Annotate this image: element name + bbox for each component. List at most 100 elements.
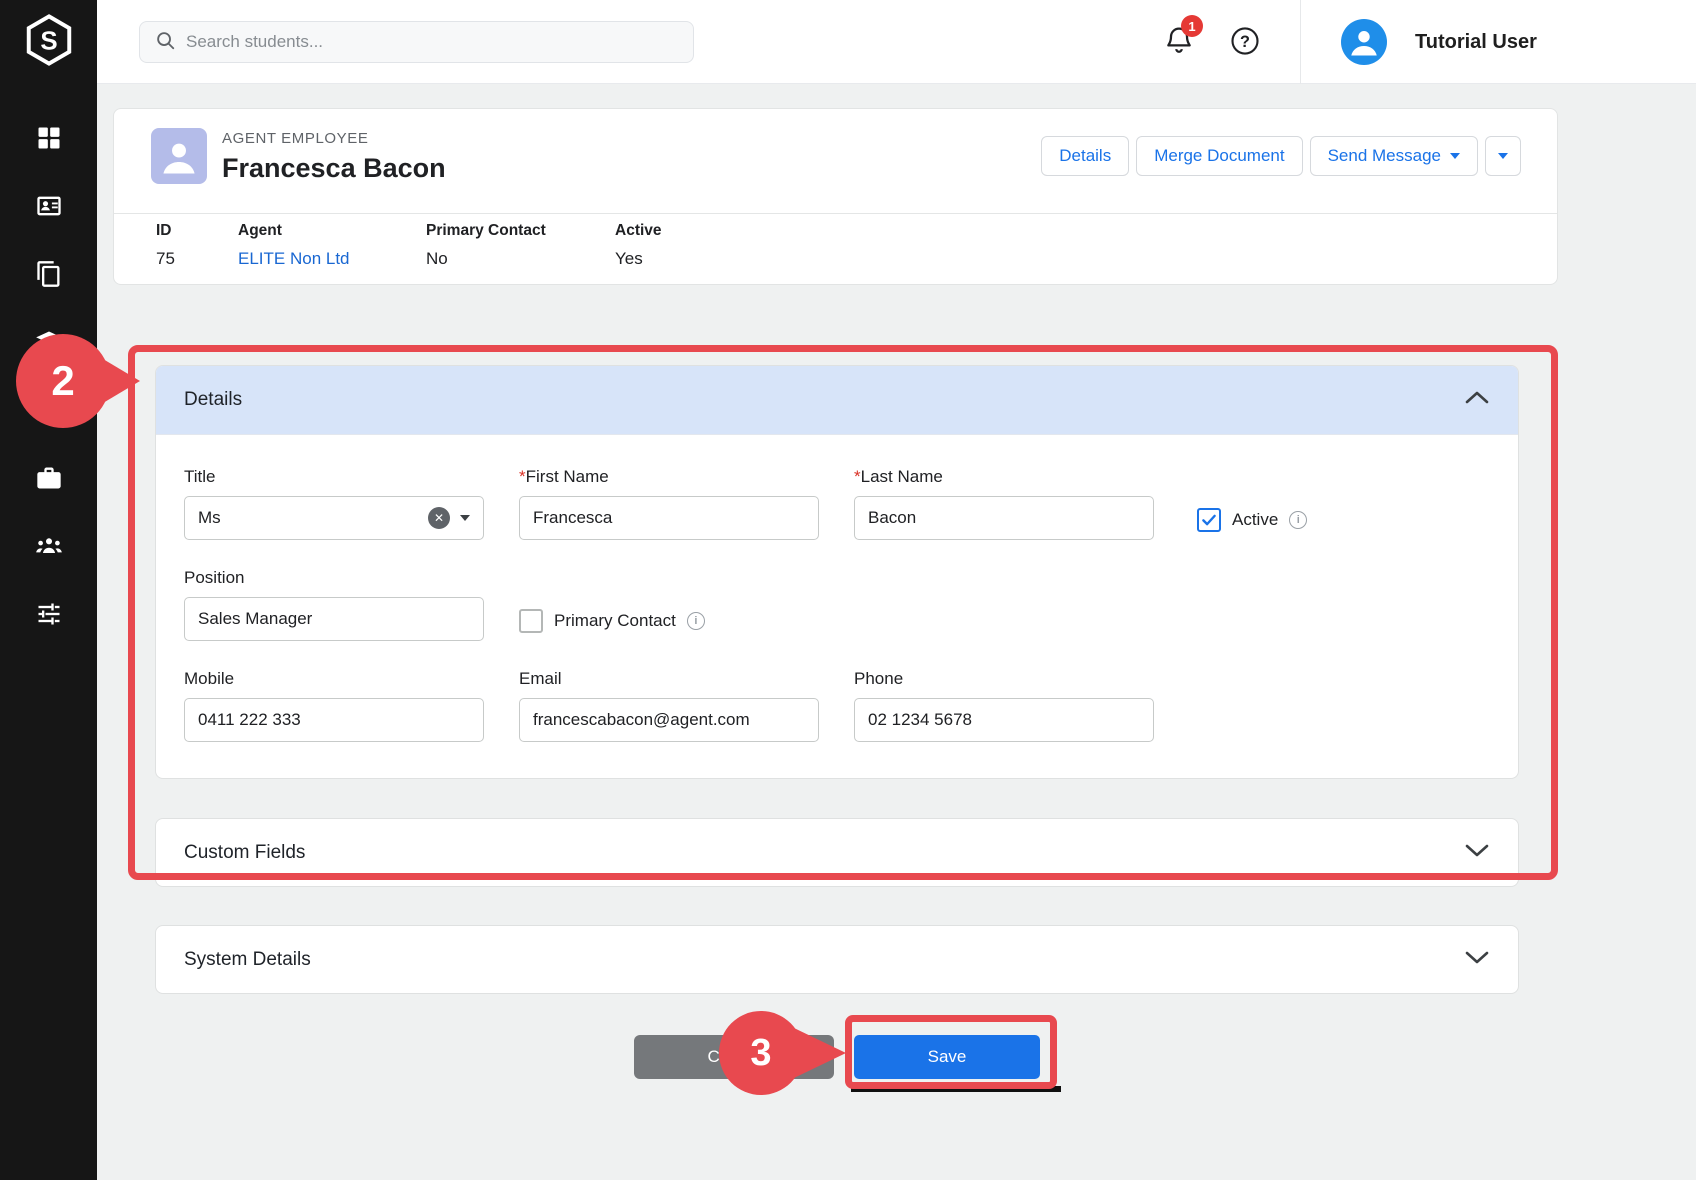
topbar: 1 ? Tutorial User [97, 0, 1696, 84]
phone-field-group: Phone [854, 669, 1154, 742]
agent-link[interactable]: ELITE Non Ltd [238, 249, 350, 269]
notification-badge: 1 [1181, 15, 1203, 37]
header-divider [1300, 0, 1301, 84]
title-field-group: Title Ms ✕ [184, 467, 484, 540]
employee-avatar [151, 128, 207, 184]
info-label: Agent [238, 222, 350, 240]
info-value: No [426, 249, 546, 269]
sidebar-item-settings[interactable] [35, 602, 63, 630]
email-field-group: Email [519, 669, 819, 742]
title-select[interactable]: Ms ✕ [184, 496, 484, 540]
required-mark: * [854, 467, 861, 486]
details-panel-header[interactable]: Details [156, 366, 1518, 434]
chevron-down-icon[interactable] [1464, 843, 1490, 863]
save-button[interactable]: Save [854, 1035, 1040, 1079]
page-title: Francesca Bacon [222, 153, 446, 184]
merge-document-button[interactable]: Merge Document [1136, 136, 1302, 176]
search-box[interactable] [139, 21, 694, 63]
employee-actions: Details Merge Document Send Message [1041, 136, 1521, 176]
position-label: Position [184, 568, 484, 588]
details-button[interactable]: Details [1041, 136, 1129, 176]
active-field-group: Active i [1197, 467, 1490, 540]
system-details-title: System Details [184, 949, 311, 971]
annotation-step-3: 3 [719, 1011, 803, 1095]
custom-fields-panel-header[interactable]: Custom Fields [155, 818, 1519, 887]
last-name-field-group: *Last Name [854, 467, 1154, 540]
copy-icon [35, 260, 63, 293]
primary-contact-label: Primary Contact [554, 611, 676, 631]
sidebar-item-contacts[interactable] [35, 194, 63, 222]
system-details-panel-header[interactable]: System Details [155, 925, 1519, 994]
send-message-button[interactable]: Send Message [1310, 136, 1478, 176]
mobile-input[interactable] [184, 698, 484, 742]
help-button[interactable]: ? [1230, 26, 1260, 56]
user-avatar[interactable] [1341, 19, 1387, 65]
chevron-down-icon[interactable] [1464, 950, 1490, 970]
details-panel-body: Title Ms ✕ *First Name *La [156, 434, 1518, 778]
caret-down-icon[interactable] [460, 515, 470, 521]
svg-text:S: S [40, 27, 57, 55]
caret-down-icon [1450, 153, 1460, 159]
info-label: Active [615, 222, 662, 240]
more-actions-button[interactable] [1485, 136, 1521, 176]
email-input[interactable] [519, 698, 819, 742]
position-field-group: Position [184, 568, 484, 641]
app-logo[interactable]: S [0, 0, 97, 84]
person-icon [157, 135, 201, 184]
annotation-step-2: 2 [16, 334, 110, 428]
annotation-shadow-bar [851, 1086, 1061, 1092]
phone-input[interactable] [854, 698, 1154, 742]
sidebar-item-dashboard[interactable] [35, 126, 63, 154]
dashboard-icon [35, 124, 63, 157]
user-name[interactable]: Tutorial User [1415, 0, 1537, 84]
title-label: Title [184, 467, 484, 487]
clear-icon[interactable]: ✕ [428, 507, 450, 529]
last-name-label: *Last Name [854, 467, 1154, 487]
sidebar-item-documents[interactable] [35, 262, 63, 290]
sliders-icon [35, 600, 63, 633]
info-active: Active Yes [615, 222, 662, 269]
primary-contact-checkbox[interactable] [519, 609, 543, 633]
mobile-label: Mobile [184, 669, 484, 689]
notifications-button[interactable]: 1 [1163, 24, 1203, 64]
info-icon[interactable]: i [687, 612, 705, 630]
details-panel: Details Title Ms ✕ [155, 365, 1519, 779]
card-divider [114, 213, 1557, 214]
grid-spacer [1189, 669, 1490, 742]
active-checkbox[interactable] [1197, 508, 1221, 532]
employee-type-label: AGENT EMPLOYEE [222, 130, 369, 147]
employee-card: AGENT EMPLOYEE Francesca Bacon Details M… [113, 108, 1558, 285]
contact-card-icon [35, 192, 63, 225]
bell-icon [1163, 43, 1195, 60]
primary-contact-field-group: Primary Contact i [519, 568, 819, 641]
help-icon: ? [1230, 43, 1260, 60]
grid-spacer [854, 568, 1154, 641]
annotation-arrow-3 [794, 1028, 846, 1078]
person-icon [1346, 24, 1382, 65]
details-panel-title: Details [184, 389, 242, 411]
first-name-label: *First Name [519, 467, 819, 487]
info-icon[interactable]: i [1289, 511, 1307, 529]
required-mark: * [519, 467, 526, 486]
chevron-up-icon[interactable] [1464, 390, 1490, 410]
info-label: ID [156, 222, 175, 240]
email-label: Email [519, 669, 819, 689]
first-name-input[interactable] [519, 496, 819, 540]
screen: S [0, 0, 1696, 1180]
main-content: AGENT EMPLOYEE Francesca Bacon Details M… [97, 84, 1696, 1180]
form-area: Details Title Ms ✕ [155, 365, 1519, 1079]
search-input[interactable] [186, 32, 679, 52]
sidebar-item-agents[interactable] [35, 534, 63, 562]
last-name-input[interactable] [854, 496, 1154, 540]
grid-spacer [1189, 568, 1490, 641]
position-input[interactable] [184, 597, 484, 641]
people-icon [35, 532, 63, 565]
first-name-field-group: *First Name [519, 467, 819, 540]
sidebar-item-jobs[interactable] [35, 466, 63, 494]
title-value: Ms [198, 508, 418, 528]
caret-down-icon [1498, 153, 1508, 159]
info-id: ID 75 [156, 222, 175, 269]
phone-label: Phone [854, 669, 1154, 689]
svg-text:?: ? [1240, 33, 1250, 51]
mobile-field-group: Mobile [184, 669, 484, 742]
